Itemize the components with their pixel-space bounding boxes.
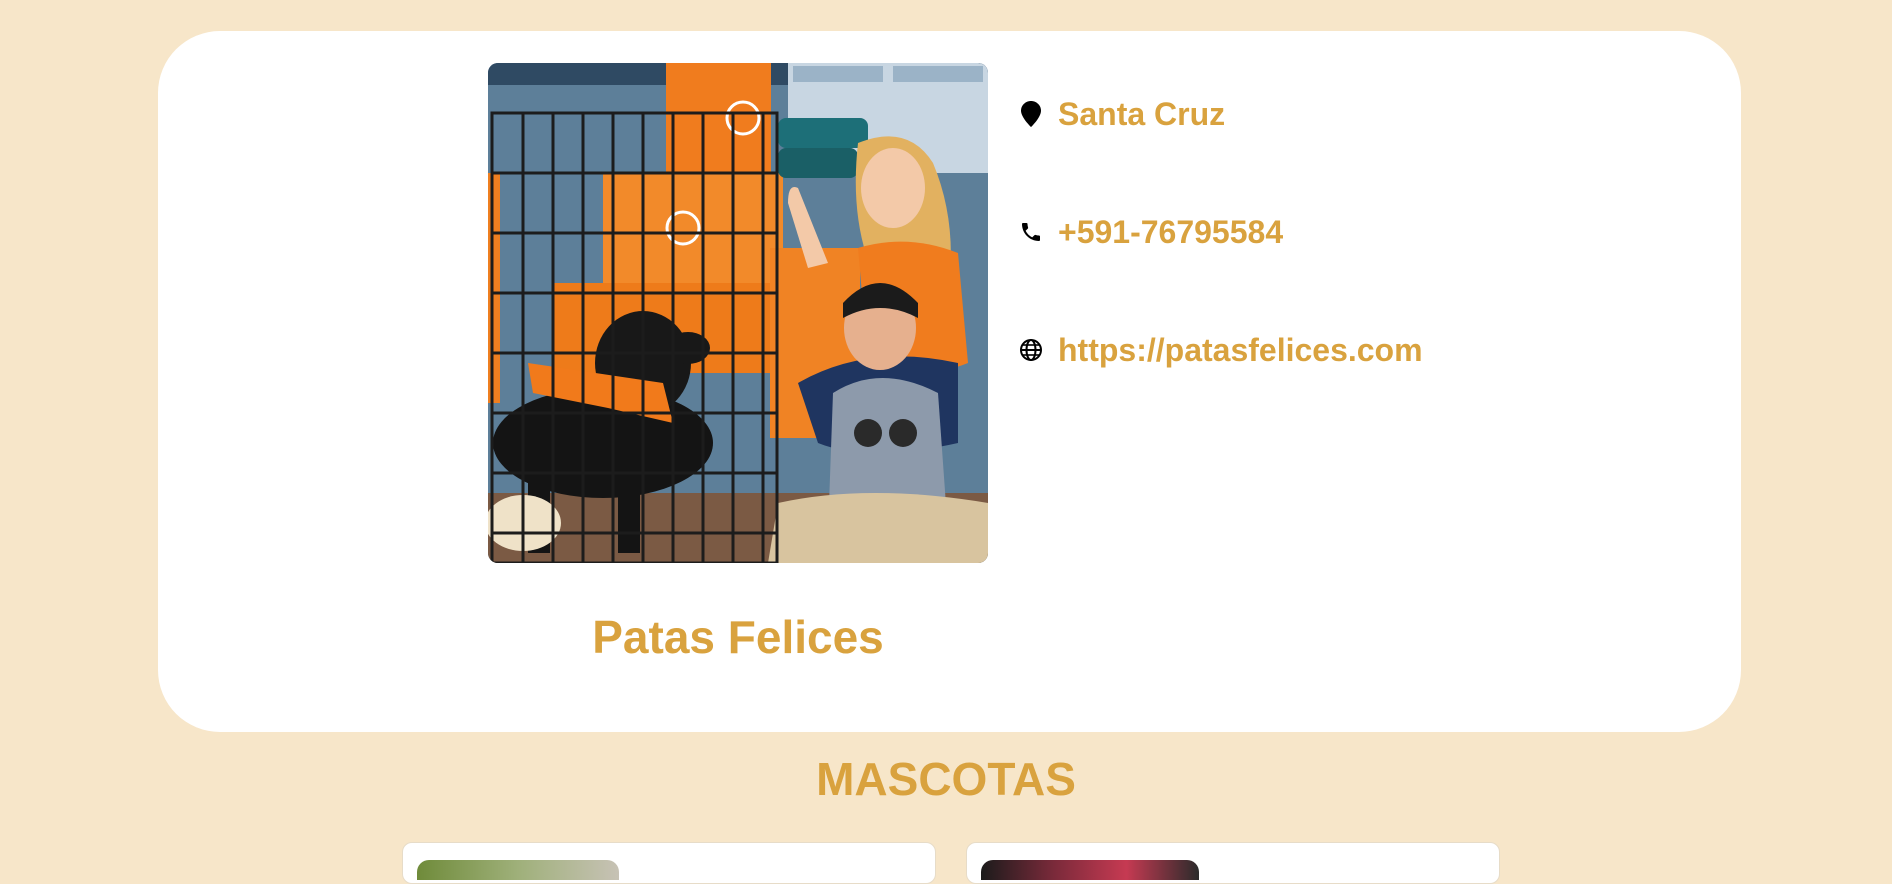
contact-location: Santa Cruz (1018, 89, 1225, 139)
pet-thumbnail (981, 860, 1199, 880)
contact-website[interactable]: https://patasfelices.com (1018, 325, 1423, 375)
phone-icon (1018, 219, 1044, 245)
map-pin-icon (1018, 101, 1044, 127)
phone-link[interactable]: +591-76795584 (1058, 214, 1283, 251)
shelter-profile-card: Patas Felices Santa Cruz +591-76795584 h… (158, 31, 1741, 732)
globe-icon (1018, 337, 1044, 363)
pets-section-title: MASCOTAS (816, 753, 1076, 805)
shelter-name: Patas Felices (592, 611, 884, 663)
shelter-photo-illustration (488, 63, 988, 563)
shelter-photo (488, 63, 988, 563)
website-link[interactable]: https://patasfelices.com (1058, 332, 1423, 369)
location-text: Santa Cruz (1058, 95, 1226, 132)
pet-thumbnail (417, 860, 619, 880)
pet-card[interactable] (402, 842, 936, 884)
pet-card[interactable] (966, 842, 1500, 884)
contact-phone[interactable]: +591-76795584 (1018, 207, 1283, 257)
